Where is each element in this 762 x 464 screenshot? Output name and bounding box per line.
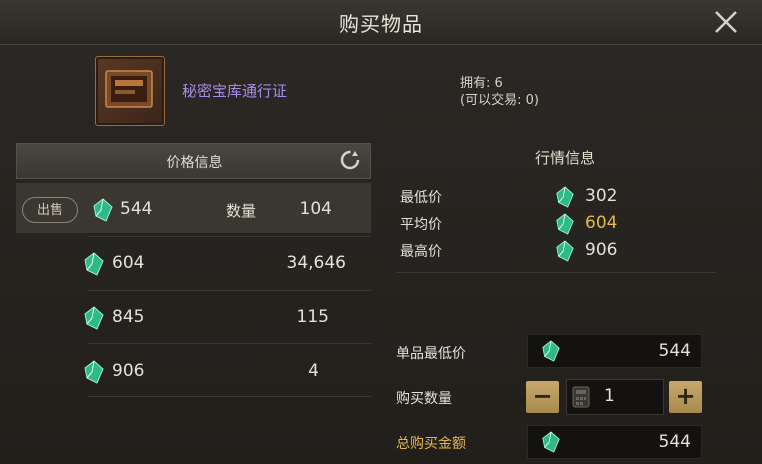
price-value: 544 xyxy=(120,199,153,219)
total-field: 544 xyxy=(527,425,702,459)
min-price-label: 最低价 xyxy=(400,190,442,206)
title-bar: 购买物品 xyxy=(0,0,762,45)
min-price-value: 302 xyxy=(585,186,618,206)
gem-icon xyxy=(83,306,105,330)
window-title: 购买物品 xyxy=(339,12,423,36)
quantity-value: 4 xyxy=(308,361,319,381)
close-icon[interactable] xyxy=(710,6,742,38)
gem-icon xyxy=(83,360,105,384)
avg-price-label: 平均价 xyxy=(400,217,442,233)
gem-icon xyxy=(555,213,577,237)
divider xyxy=(88,236,371,237)
divider xyxy=(88,343,371,344)
gem-icon xyxy=(92,198,114,222)
refresh-icon[interactable] xyxy=(337,147,363,173)
divider xyxy=(88,396,371,397)
calculator-icon[interactable] xyxy=(572,386,590,408)
divider xyxy=(396,272,716,273)
gem-icon xyxy=(555,240,577,264)
gem-icon xyxy=(541,431,563,455)
price-info-title: 价格信息 xyxy=(166,155,223,171)
gem-icon xyxy=(555,186,577,210)
item-icon xyxy=(95,56,165,126)
price-value: 604 xyxy=(112,253,145,273)
tradable-count: (可以交易: 0) xyxy=(460,93,539,108)
max-price-label: 最高价 xyxy=(400,244,442,260)
total-label: 总购买金额 xyxy=(396,436,466,452)
quantity-value: 104 xyxy=(299,199,332,219)
buy-item-window: 购买物品 秘密宝库通行证 拥有: 6 (可以交易: 0) 价格信息 出售 544… xyxy=(0,0,762,464)
avg-price-value: 604 xyxy=(585,213,618,233)
gem-icon xyxy=(541,340,563,364)
decrease-button[interactable]: − xyxy=(526,381,559,413)
gem-icon xyxy=(83,252,105,276)
quantity-value: 115 xyxy=(296,307,329,327)
price-value: 906 xyxy=(112,361,145,381)
max-price-value: 906 xyxy=(585,240,618,260)
quantity-label: 购买数量 xyxy=(396,391,452,407)
price-value: 845 xyxy=(112,307,145,327)
price-info-header: 价格信息 xyxy=(16,143,371,179)
total-value: 544 xyxy=(658,432,691,452)
item-name: 秘密宝库通行证 xyxy=(182,82,288,100)
increase-button[interactable]: + xyxy=(669,381,702,413)
unit-price-label: 单品最低价 xyxy=(396,346,466,362)
divider xyxy=(88,290,371,291)
quantity-value: 34,646 xyxy=(286,253,346,273)
unit-price-value: 544 xyxy=(658,341,691,361)
quantity-value: 1 xyxy=(604,386,615,406)
unit-price-field: 544 xyxy=(527,334,702,368)
market-info-title: 行情信息 xyxy=(534,149,595,167)
sell-button[interactable]: 出售 xyxy=(22,197,78,223)
